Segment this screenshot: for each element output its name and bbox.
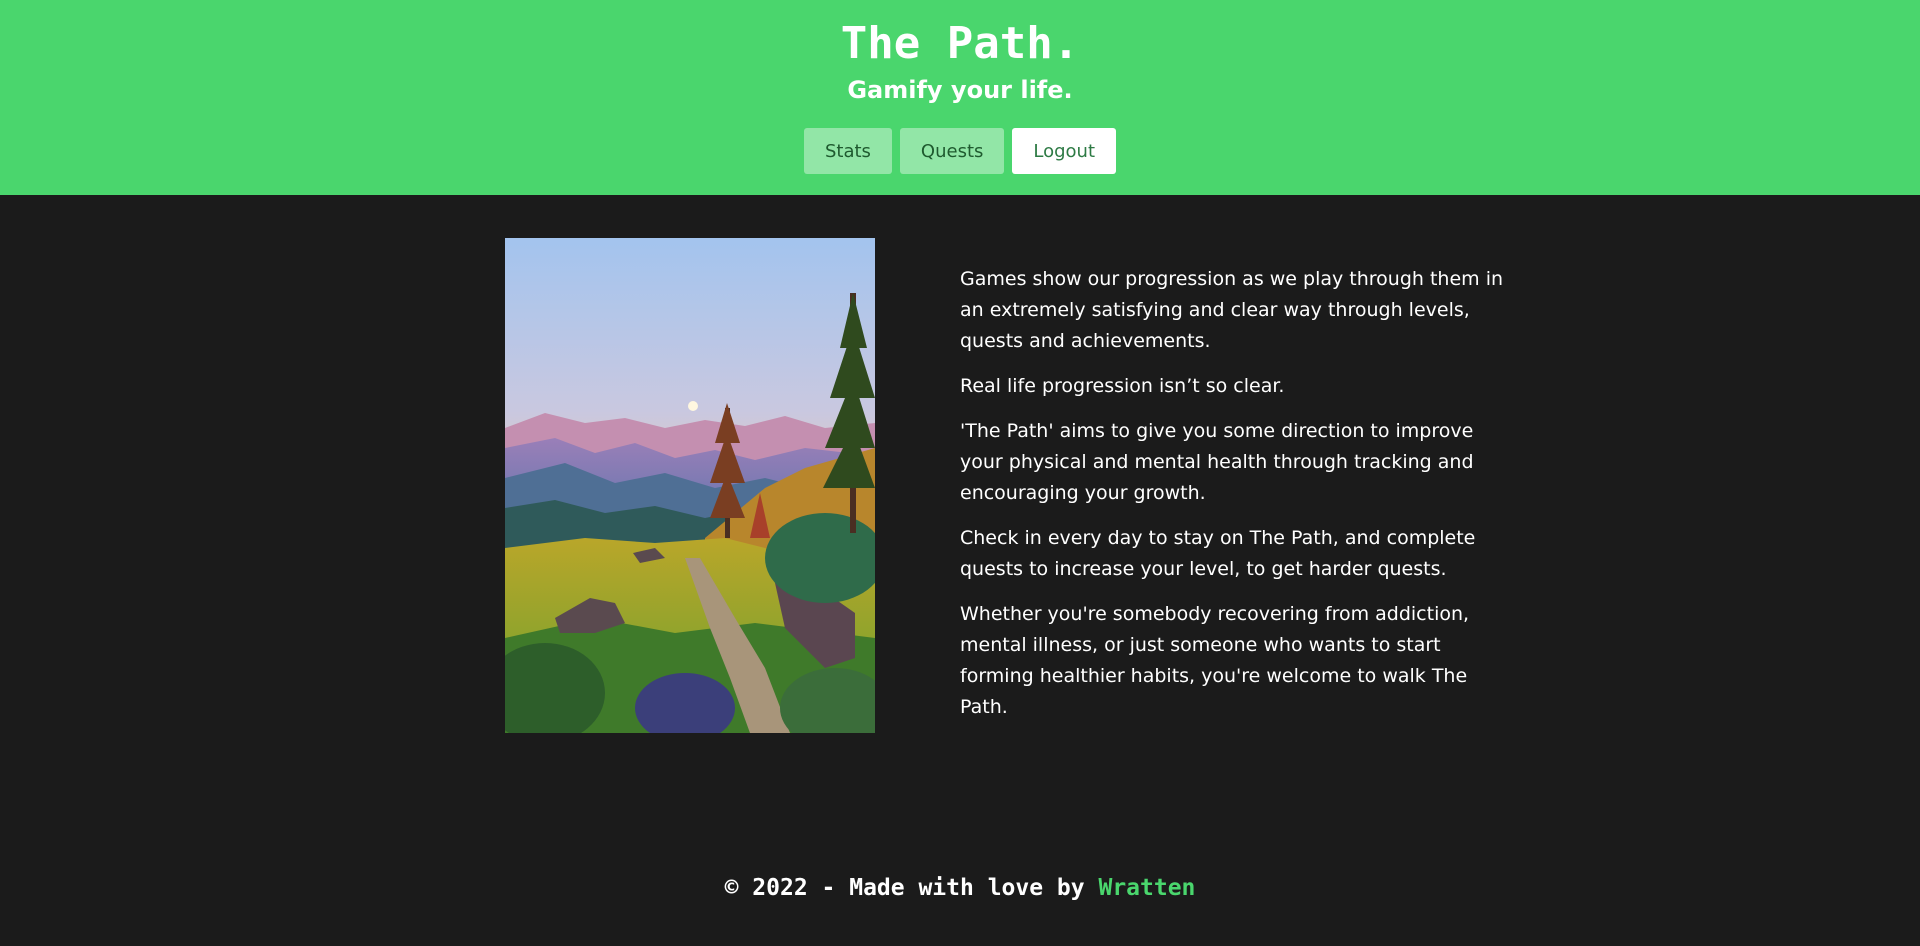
site-subtitle: Gamify your life.	[847, 76, 1073, 104]
site-footer: © 2022 - Made with love by Wratten	[0, 875, 1920, 901]
author-link[interactable]: Wratten	[1098, 875, 1195, 901]
intro-paragraph: Whether you're somebody recovering from …	[960, 603, 1470, 718]
intro-paragraph: Real life progression isn’t so clear.	[960, 375, 1285, 397]
intro-paragraph: Check in every day to stay on The Path, …	[960, 527, 1476, 580]
main-nav: Stats Quests Logout	[0, 128, 1920, 174]
stats-button[interactable]: Stats	[803, 128, 892, 174]
site-title: The Path.	[840, 18, 1080, 69]
hero-landscape-image	[505, 238, 875, 733]
logout-button[interactable]: Logout	[1012, 128, 1117, 174]
intro-paragraph: Games show our progression as we play th…	[960, 268, 1504, 352]
quests-button[interactable]: Quests	[899, 128, 1005, 174]
footer-text: © 2022 - Made with love by	[724, 875, 1099, 901]
intro-content: Games show our progression as we play th…	[960, 264, 1510, 737]
site-header: The Path. Gamify your life. Stats Quests…	[0, 0, 1920, 195]
landscape-illustration	[505, 238, 875, 733]
intro-paragraph: 'The Path' aims to give you some directi…	[960, 420, 1474, 504]
